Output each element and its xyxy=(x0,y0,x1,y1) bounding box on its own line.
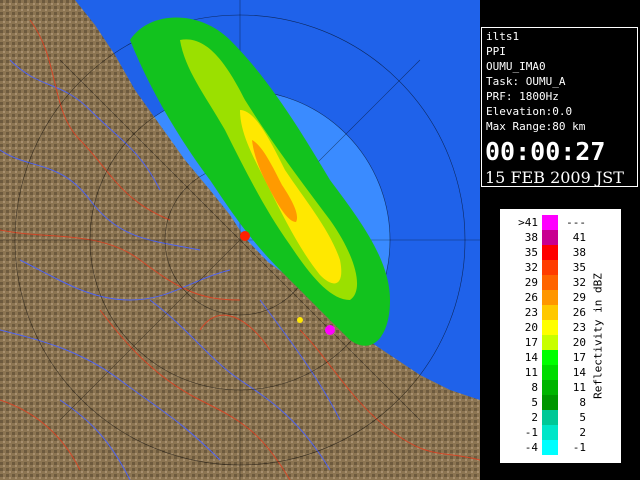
legend-high-value: 5 xyxy=(579,411,586,424)
legend-high-value: 35 xyxy=(572,261,586,274)
radar-info-panel: ilts1 PPI OUMU_IMA0 Task: OUMU_A PRF: 18… xyxy=(481,27,638,187)
legend-low-value: 8 xyxy=(531,381,538,394)
scan-time: 00:00:27 xyxy=(485,137,606,166)
legend-color-swatch xyxy=(542,260,558,275)
legend-high-value: 20 xyxy=(572,336,586,349)
legend-color-swatch xyxy=(542,365,558,380)
legend-row: 58 xyxy=(500,395,623,410)
legend-color-swatch xyxy=(542,245,558,260)
legend-color-swatch xyxy=(542,320,558,335)
prf-value: PRF: 1800Hz xyxy=(486,90,559,103)
legend-row: -1 2 xyxy=(500,425,623,440)
legend-color-swatch xyxy=(542,410,558,425)
legend-low-value: 29 xyxy=(524,276,538,289)
legend-low-value: 20 xyxy=(524,321,538,334)
legend-high-value: 41 xyxy=(572,231,586,244)
legend-color-swatch xyxy=(542,230,558,245)
legend-color-swatch xyxy=(542,440,558,455)
legend-high-value: 2 xyxy=(579,426,586,439)
legend-color-swatch xyxy=(542,395,558,410)
legend-high-value: 38 xyxy=(572,246,586,259)
legend-high-value: 14 xyxy=(572,366,586,379)
legend-low-value: 11 xyxy=(524,366,538,379)
legend-high-value: --- xyxy=(566,216,586,229)
legend-high-value: 8 xyxy=(579,396,586,409)
legend-color-swatch xyxy=(542,275,558,290)
legend-row: 25 xyxy=(500,410,623,425)
legend-low-value: 23 xyxy=(524,306,538,319)
legend-low-value: 38 xyxy=(524,231,538,244)
elevation-value: Elevation:0.0 xyxy=(486,105,573,118)
legend-row: 14 17 xyxy=(500,350,623,365)
product-name: OUMU_IMA0 xyxy=(486,60,546,73)
legend-high-value: 32 xyxy=(572,276,586,289)
legend-row: 32 35 xyxy=(500,260,623,275)
legend-high-value: 26 xyxy=(572,306,586,319)
legend-low-value: 2 xyxy=(531,411,538,424)
legend-low-value: -1 xyxy=(524,426,538,439)
radar-site-name: ilts1 xyxy=(486,30,520,43)
legend-high-value: 23 xyxy=(572,321,586,334)
legend-unit-label: Reflectivity in dBZ xyxy=(591,273,605,399)
legend-color-swatch xyxy=(542,350,558,365)
legend-high-value: 29 xyxy=(572,291,586,304)
legend-color-swatch xyxy=(542,380,558,395)
scan-mode: PPI xyxy=(486,45,506,58)
legend-row: 17 20 xyxy=(500,335,623,350)
legend-row: 35 38 xyxy=(500,245,623,260)
task-name: Task: OUMU_A xyxy=(486,75,566,88)
legend-low-value: 14 xyxy=(524,351,538,364)
legend-low-value: -4 xyxy=(524,441,538,454)
legend-color-swatch xyxy=(542,290,558,305)
legend-color-swatch xyxy=(542,335,558,350)
legend-color-swatch xyxy=(542,305,558,320)
legend-color-swatch xyxy=(542,215,558,230)
legend-row: 38 41 xyxy=(500,230,623,245)
legend-row: 26 29 xyxy=(500,290,623,305)
legend-row: 8 11 xyxy=(500,380,623,395)
radar-ppi-map xyxy=(0,0,480,480)
legend-high-value: 17 xyxy=(572,351,586,364)
legend-high-value: -1 xyxy=(572,441,586,454)
legend-low-value: 35 xyxy=(524,246,538,259)
legend-low-value: 32 xyxy=(524,261,538,274)
max-range-value: Max Range:80 km xyxy=(486,120,586,133)
legend-row: >41 --- xyxy=(500,215,623,230)
legend-low-value: 5 xyxy=(531,396,538,409)
legend-row: -4 -1 xyxy=(500,440,623,455)
legend-high-value: 11 xyxy=(572,381,586,394)
legend-color-swatch xyxy=(542,425,558,440)
legend-row: 20 23 xyxy=(500,320,623,335)
legend-row: 29 32 xyxy=(500,275,623,290)
legend-row: 23 26 xyxy=(500,305,623,320)
legend-low-value: 26 xyxy=(524,291,538,304)
scan-date: 15 FEB 2009 JST xyxy=(485,168,624,187)
legend-row: 11 14 xyxy=(500,365,623,380)
legend-low-value: 17 xyxy=(524,336,538,349)
legend-low-value: >41 xyxy=(518,216,538,229)
